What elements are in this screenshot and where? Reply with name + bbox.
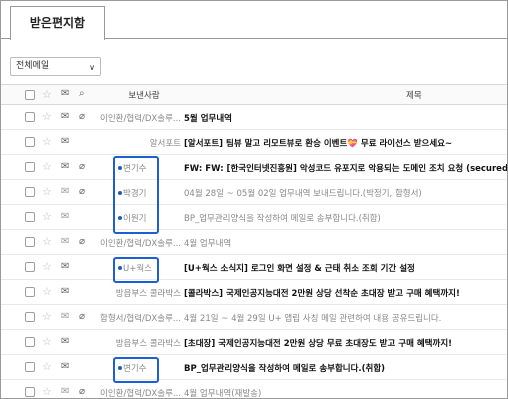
- row-checkbox[interactable]: [25, 387, 35, 397]
- sender-name[interactable]: 방읍부스 콜라박스: [91, 287, 181, 299]
- envelope-icon[interactable]: ✉: [61, 162, 69, 172]
- sender-name[interactable]: 이인환/협력/DX솔루...: [91, 387, 181, 398]
- star-icon[interactable]: ☆: [42, 111, 52, 122]
- mail-row[interactable]: ☆ ✉ ⌀ 변기수 FW: FW: [한국인터넷진흥원] 악성코드 유포지로 악용되는 …: [1, 155, 507, 180]
- mail-row[interactable]: ☆ ✉ 변기수 BP_업무관리양식을 작성하여 메일로 송부합니다.(취합): [1, 355, 507, 380]
- select-all-checkbox[interactable]: [25, 90, 35, 100]
- mail-subject[interactable]: 4월 업무내역(재발송): [184, 387, 507, 398]
- star-icon[interactable]: ☆: [42, 361, 52, 372]
- sender-name[interactable]: 알서포트: [91, 137, 181, 149]
- mail-subject[interactable]: [초대장] 국제인공지능대전 2만원 상당 무료 초대장도 받고 구매 혜택까지…: [184, 337, 507, 349]
- sender-name[interactable]: 이인환/협력/DX솔루...: [91, 112, 181, 124]
- mail-subject[interactable]: FW: FW: [한국인터넷진흥원] 악성코드 유포지로 악용되는 도메인 조치…: [184, 162, 507, 174]
- row-checkbox[interactable]: [25, 362, 35, 372]
- envelope-icon[interactable]: ✉: [61, 112, 69, 122]
- mail-subject[interactable]: 4월 업무내역: [184, 237, 507, 249]
- mail-subject[interactable]: [U+웍스 소식지] 로그인 화면 설정 & 근태 취소 조회 기간 설정: [184, 262, 507, 274]
- tab-inbox[interactable]: 받은편지함: [10, 6, 105, 40]
- row-checkbox[interactable]: [25, 287, 35, 297]
- mail-row[interactable]: ☆ ✉ U+웍스 [U+웍스 소식지] 로그인 화면 설정 & 근태 취소 조회 기간…: [1, 255, 507, 280]
- mail-row[interactable]: ☆ ✉ ⌀ 함형서/협력/DX솔루... 4월 21일 ~ 4월 29일 U+ 앱립 사…: [1, 305, 507, 330]
- sender-column-header[interactable]: 보낸사람: [105, 89, 183, 101]
- mail-window: 받은편지함 전체메일 ∨ ☆ ✉ ⌕ 보낸사람 제목 ☆ ✉ ⌀ 이인환/협력/DX솔…: [0, 0, 508, 399]
- paperclip-icon: ⌀: [79, 161, 86, 172]
- mail-row[interactable]: ☆ ✉ ⌀ 이인환/협력/DX솔루... 4월 업무내역: [1, 230, 507, 255]
- sender-highlight-box: [113, 357, 159, 383]
- row-checkbox[interactable]: [25, 237, 35, 247]
- mail-row[interactable]: ☆ ✉ 이원기 BP_업무관리양식을 작성하여 메일로 송부합니다.(취합): [1, 205, 507, 230]
- mail-subject[interactable]: 4월 21일 ~ 4월 29일 U+ 앱립 사칭 메일 관련하여 내용 공유드립…: [184, 312, 507, 324]
- row-checkbox[interactable]: [25, 262, 35, 272]
- mail-list-header: ☆ ✉ ⌕ 보낸사람 제목: [1, 84, 507, 105]
- paperclip-icon: ⌀: [79, 111, 86, 122]
- row-checkbox[interactable]: [25, 337, 35, 347]
- paperclip-icon: ⌀: [79, 236, 86, 247]
- sender-name[interactable]: 방읍부스 콜라박스: [91, 337, 181, 349]
- star-icon[interactable]: ☆: [42, 311, 52, 322]
- mail-subject[interactable]: BP_업무관리양식을 작성하여 메일로 송부합니다.(취합): [184, 362, 507, 374]
- paperclip-icon[interactable]: ⌕: [79, 89, 85, 99]
- subject-column-header[interactable]: 제목: [406, 89, 422, 101]
- star-icon[interactable]: ☆: [42, 336, 52, 347]
- star-icon[interactable]: ☆: [42, 136, 52, 147]
- envelope-icon[interactable]: ✉: [61, 89, 69, 99]
- star-icon[interactable]: ☆: [42, 261, 52, 272]
- mail-subject[interactable]: 04월 28일 ~ 05월 02일 업무내역 보내드립니다.(박정기, 함형서): [184, 187, 507, 199]
- envelope-open-icon[interactable]: ✉: [61, 212, 69, 222]
- mail-row[interactable]: ☆ ✉ 방읍부스 콜라박스 [초대장] 국제인공지능대전 2만원 상당 무료 초대장도…: [1, 330, 507, 355]
- star-icon[interactable]: ☆: [42, 236, 52, 247]
- envelope-icon[interactable]: ✉: [61, 137, 69, 147]
- star-icon[interactable]: ☆: [42, 286, 52, 297]
- sender-name[interactable]: 함형서/협력/DX솔루...: [91, 312, 181, 324]
- mail-filter-value: 전체메일: [16, 61, 50, 71]
- mail-subject[interactable]: 5월 업무내역: [184, 112, 507, 124]
- envelope-open-icon[interactable]: ✉: [61, 187, 69, 197]
- envelope-open-icon[interactable]: ✉: [61, 237, 69, 247]
- mail-subject[interactable]: [알서포트] 팀뷰 말고 리모트뷰로 환승 이벤트💝 무료 라이선스 받으세요~: [184, 137, 507, 149]
- mail-row[interactable]: ☆ ✉ ⌀ 이인환/협력/DX솔루... 4월 업무내역(재발송): [1, 380, 507, 398]
- mail-subject[interactable]: [콜라박스] 국제인공지능대전 2만원 상당 선착순 초대장 받고 구매 혜택까…: [184, 287, 507, 299]
- tab-bar: 받은편지함: [1, 1, 507, 40]
- paperclip-icon: ⌀: [79, 311, 86, 322]
- mail-row[interactable]: ☆ ✉ 방읍부스 콜라박스 [콜라박스] 국제인공지능대전 2만원 상당 선착순 초대…: [1, 280, 507, 305]
- row-checkbox[interactable]: [25, 212, 35, 222]
- sender-highlight-box: [113, 156, 159, 234]
- star-icon[interactable]: ☆: [42, 161, 52, 172]
- envelope-icon[interactable]: ✉: [61, 262, 69, 272]
- paperclip-icon: ⌀: [79, 386, 86, 397]
- mail-row[interactable]: ☆ ✉ 알서포트 [알서포트] 팀뷰 말고 리모트뷰로 환승 이벤트💝 무료 라이선스…: [1, 130, 507, 155]
- row-checkbox[interactable]: [25, 187, 35, 197]
- mail-filter-select[interactable]: 전체메일 ∨: [10, 57, 101, 76]
- envelope-open-icon[interactable]: ✉: [61, 312, 69, 322]
- row-checkbox[interactable]: [25, 162, 35, 172]
- mail-row[interactable]: ☆ ✉ ⌀ 박경기 04월 28일 ~ 05월 02일 업무내역 보내드립니다.(박정기…: [1, 180, 507, 205]
- star-icon[interactable]: ☆: [42, 211, 52, 222]
- envelope-open-icon[interactable]: ✉: [61, 387, 69, 397]
- chevron-down-icon: ∨: [89, 63, 95, 72]
- row-checkbox[interactable]: [25, 137, 35, 147]
- envelope-icon[interactable]: ✉: [61, 362, 69, 372]
- sender-name[interactable]: 이인환/협력/DX솔루...: [91, 237, 181, 249]
- mail-row[interactable]: ☆ ✉ ⌀ 이인환/협력/DX솔루... 5월 업무내역: [1, 105, 507, 130]
- paperclip-icon: ⌀: [79, 186, 86, 197]
- envelope-icon[interactable]: ✉: [61, 287, 69, 297]
- star-icon[interactable]: ☆: [42, 386, 52, 397]
- row-checkbox[interactable]: [25, 312, 35, 322]
- star-icon[interactable]: ☆: [42, 186, 52, 197]
- sender-highlight-box: [113, 257, 159, 283]
- mail-subject[interactable]: BP_업무관리양식을 작성하여 메일로 송부합니다.(취합): [184, 212, 507, 224]
- star-icon[interactable]: ☆: [42, 89, 52, 100]
- envelope-icon[interactable]: ✉: [61, 337, 69, 347]
- row-checkbox[interactable]: [25, 112, 35, 122]
